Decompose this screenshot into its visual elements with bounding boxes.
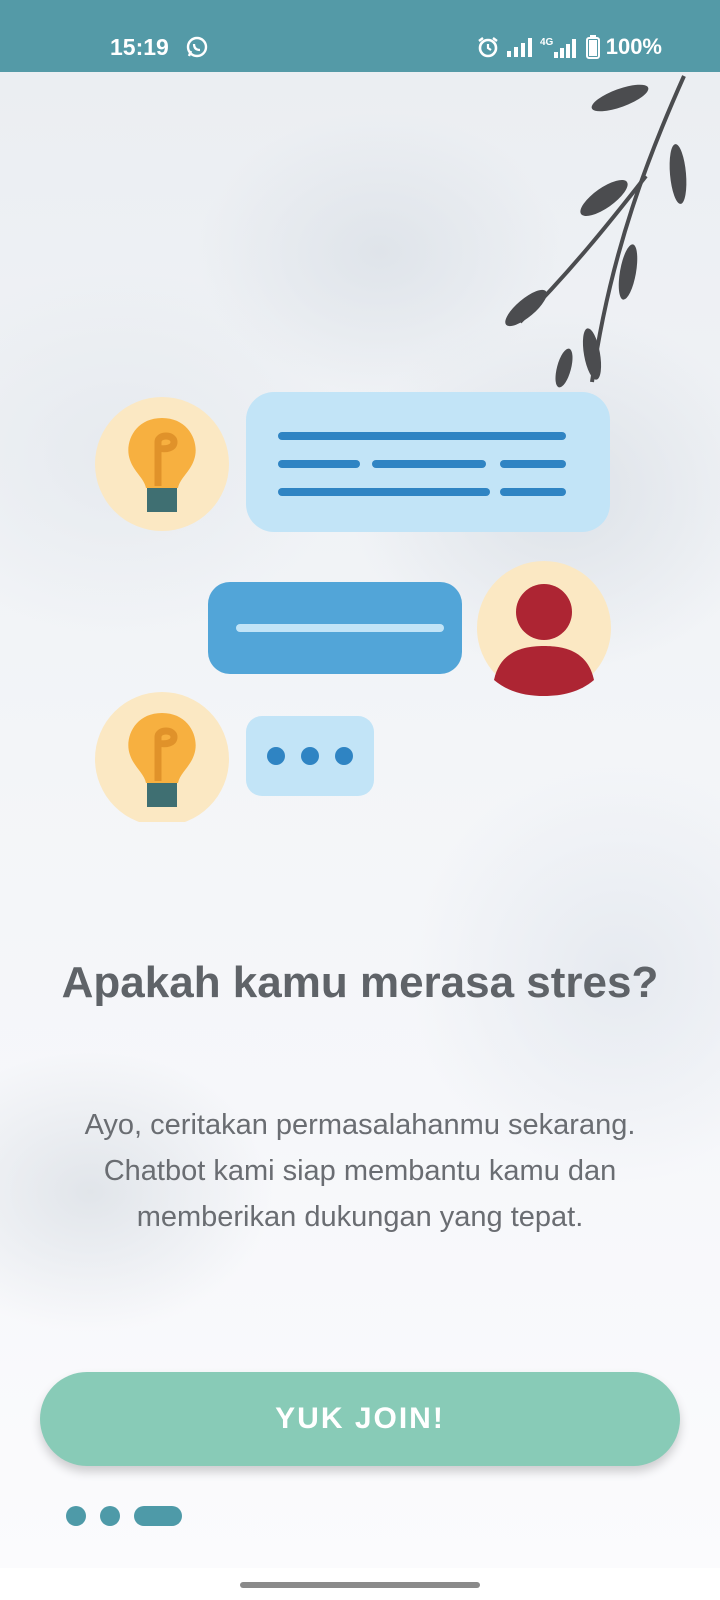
onboarding-screen: Apakah kamu merasa stres? Ayo, ceritakan… xyxy=(0,72,720,1568)
user-avatar-icon xyxy=(477,561,611,696)
status-time: 15:19 xyxy=(110,34,169,60)
typing-indicator-bubble xyxy=(246,716,374,796)
page-title: Apakah kamu merasa stres? xyxy=(61,958,659,1007)
page-description: Ayo, ceritakan permasalahanmu sekarang. … xyxy=(84,1109,636,1233)
lte-signal-icon: 4G xyxy=(540,37,576,58)
alarm-icon xyxy=(477,37,498,58)
page-dot-2[interactable] xyxy=(100,1506,120,1526)
status-icons: 4G 100% xyxy=(476,34,662,60)
home-gesture-handle[interactable] xyxy=(240,1582,480,1588)
page-dot-3-active[interactable] xyxy=(134,1506,182,1526)
battery-icon xyxy=(585,35,600,59)
page-indicator xyxy=(66,1506,182,1526)
branch-decoration xyxy=(505,75,687,388)
navigation-bar xyxy=(0,1568,720,1600)
chat-illustration xyxy=(95,392,611,822)
page-dot-1[interactable] xyxy=(66,1506,86,1526)
bot-message-bubble xyxy=(246,392,610,532)
bot-avatar-bottom xyxy=(95,692,229,822)
bot-avatar-top xyxy=(95,397,229,531)
whatsapp-icon xyxy=(186,36,208,58)
signal-icon xyxy=(506,38,532,57)
battery-level: 100% xyxy=(605,34,662,59)
user-message-bubble xyxy=(208,582,462,674)
status-bar: 15:19 4G 100% xyxy=(0,0,720,72)
network-type: 4G xyxy=(540,37,554,48)
join-button[interactable]: YUK JOIN! xyxy=(40,1372,680,1466)
